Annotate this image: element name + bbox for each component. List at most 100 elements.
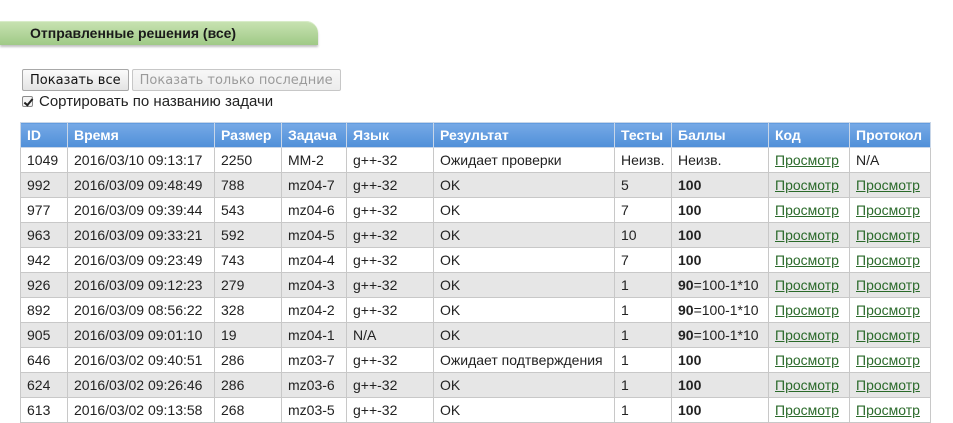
column-header-tests: Тесты <box>614 122 672 148</box>
cell-protocol: Просмотр <box>849 247 931 273</box>
cell-tests: 5 <box>614 172 672 198</box>
show-last-button[interactable]: Показать только последние <box>131 69 341 91</box>
cell-language: N/A <box>346 322 434 348</box>
view-code-link[interactable]: Просмотр <box>775 377 839 393</box>
view-code-link[interactable]: Просмотр <box>775 177 839 193</box>
cell-code: Просмотр <box>768 247 850 273</box>
cell-language: g++-32 <box>346 147 434 173</box>
column-header-time: Время <box>67 122 215 148</box>
cell-result: Ожидает проверки <box>433 147 615 173</box>
score-detail: =100-1*10 <box>693 277 759 293</box>
cell-protocol: Просмотр <box>849 197 931 223</box>
column-header-id: ID <box>20 122 68 148</box>
view-protocol-link[interactable]: Просмотр <box>856 377 920 393</box>
cell-size: 286 <box>214 347 282 373</box>
cell-code: Просмотр <box>768 272 850 298</box>
cell-id: 613 <box>20 397 68 423</box>
cell-time: 2016/03/09 09:23:49 <box>67 247 215 273</box>
view-protocol-link[interactable]: Просмотр <box>856 402 920 418</box>
view-code-link[interactable]: Просмотр <box>775 252 839 268</box>
view-code-link[interactable]: Просмотр <box>775 277 839 293</box>
cell-code: Просмотр <box>768 372 850 398</box>
view-code-link[interactable]: Просмотр <box>775 327 839 343</box>
cell-tests: 10 <box>614 222 672 248</box>
sort-option[interactable]: Сортировать по названию задачи <box>22 93 273 110</box>
cell-code: Просмотр <box>768 297 850 323</box>
cell-protocol: Просмотр <box>849 297 931 323</box>
score-value: 100 <box>678 202 702 218</box>
cell-tests: 1 <box>614 397 672 423</box>
cell-language: g++-32 <box>346 372 434 398</box>
cell-score: 90=100-1*10 <box>671 322 769 348</box>
view-protocol-link[interactable]: Просмотр <box>856 252 920 268</box>
cell-id: 977 <box>20 197 68 223</box>
cell-score: 100 <box>671 397 769 423</box>
cell-result: OK <box>433 197 615 223</box>
cell-protocol: Просмотр <box>849 372 931 398</box>
view-protocol-link[interactable]: Просмотр <box>856 177 920 193</box>
cell-language: g++-32 <box>346 297 434 323</box>
view-code-link[interactable]: Просмотр <box>775 152 839 168</box>
cell-size: 328 <box>214 297 282 323</box>
view-protocol-link[interactable]: Просмотр <box>856 227 920 243</box>
view-code-link[interactable]: Просмотр <box>775 202 839 218</box>
cell-time: 2016/03/02 09:13:58 <box>67 397 215 423</box>
cell-code: Просмотр <box>768 397 850 423</box>
cell-score: 100 <box>671 222 769 248</box>
cell-task: mz03-6 <box>281 372 347 398</box>
view-code-link[interactable]: Просмотр <box>775 402 839 418</box>
cell-protocol: Просмотр <box>849 322 931 348</box>
cell-result: OK <box>433 172 615 198</box>
cell-protocol: Просмотр <box>849 347 931 373</box>
table-header-row: ID Время Размер Задача Язык Результат Те… <box>20 122 931 148</box>
submissions-table: ID Время Размер Задача Язык Результат Те… <box>20 122 931 423</box>
score-value: 100 <box>678 252 702 268</box>
cell-protocol: Просмотр <box>849 397 931 423</box>
table-row: 905 2016/03/09 09:01:10 19 mz04-1 N/A OK 1 90=1… <box>20 322 931 348</box>
cell-task: mz04-3 <box>281 272 347 298</box>
cell-size: 286 <box>214 372 282 398</box>
cell-size: 592 <box>214 222 282 248</box>
column-header-score: Баллы <box>671 122 769 148</box>
cell-time: 2016/03/09 09:12:23 <box>67 272 215 298</box>
view-protocol-link[interactable]: Просмотр <box>856 277 920 293</box>
view-protocol-link[interactable]: Просмотр <box>856 202 920 218</box>
cell-size: 19 <box>214 322 282 348</box>
view-code-link[interactable]: Просмотр <box>775 227 839 243</box>
cell-id: 646 <box>20 347 68 373</box>
cell-protocol: N/A <box>849 147 931 173</box>
cell-code: Просмотр <box>768 222 850 248</box>
cell-tests: Неизв. <box>614 147 672 173</box>
view-code-link[interactable]: Просмотр <box>775 352 839 368</box>
cell-result: OK <box>433 372 615 398</box>
score-detail: =100-1*10 <box>693 302 759 318</box>
cell-result: OK <box>433 272 615 298</box>
view-protocol-link[interactable]: Просмотр <box>856 352 920 368</box>
cell-tests: 7 <box>614 197 672 223</box>
cell-task: mz04-6 <box>281 197 347 223</box>
cell-language: g++-32 <box>346 222 434 248</box>
view-protocol-link[interactable]: Просмотр <box>856 327 920 343</box>
score-value: 100 <box>678 227 702 243</box>
column-header-size: Размер <box>214 122 282 148</box>
show-all-button[interactable]: Показать все <box>22 69 129 91</box>
cell-tests: 1 <box>614 272 672 298</box>
cell-score: 100 <box>671 372 769 398</box>
column-header-code: Код <box>768 122 850 148</box>
view-protocol-link[interactable]: Просмотр <box>856 302 920 318</box>
sort-checkbox[interactable] <box>22 96 33 107</box>
view-code-link[interactable]: Просмотр <box>775 302 839 318</box>
column-header-language: Язык <box>346 122 434 148</box>
cell-time: 2016/03/10 09:13:17 <box>67 147 215 173</box>
table-row: 963 2016/03/09 09:33:21 592 mz04-5 g++-32 OK 1… <box>20 222 931 248</box>
cell-tests: 1 <box>614 347 672 373</box>
sort-checkbox-label: Сортировать по названию задачи <box>39 93 274 110</box>
column-header-task: Задача <box>281 122 347 148</box>
table-row: 624 2016/03/02 09:26:46 286 mz03-6 g++-32 OK 1… <box>20 372 931 398</box>
cell-task: mz04-4 <box>281 247 347 273</box>
cell-score: 100 <box>671 197 769 223</box>
cell-size: 788 <box>214 172 282 198</box>
cell-size: 268 <box>214 397 282 423</box>
cell-result: OK <box>433 297 615 323</box>
cell-id: 926 <box>20 272 68 298</box>
